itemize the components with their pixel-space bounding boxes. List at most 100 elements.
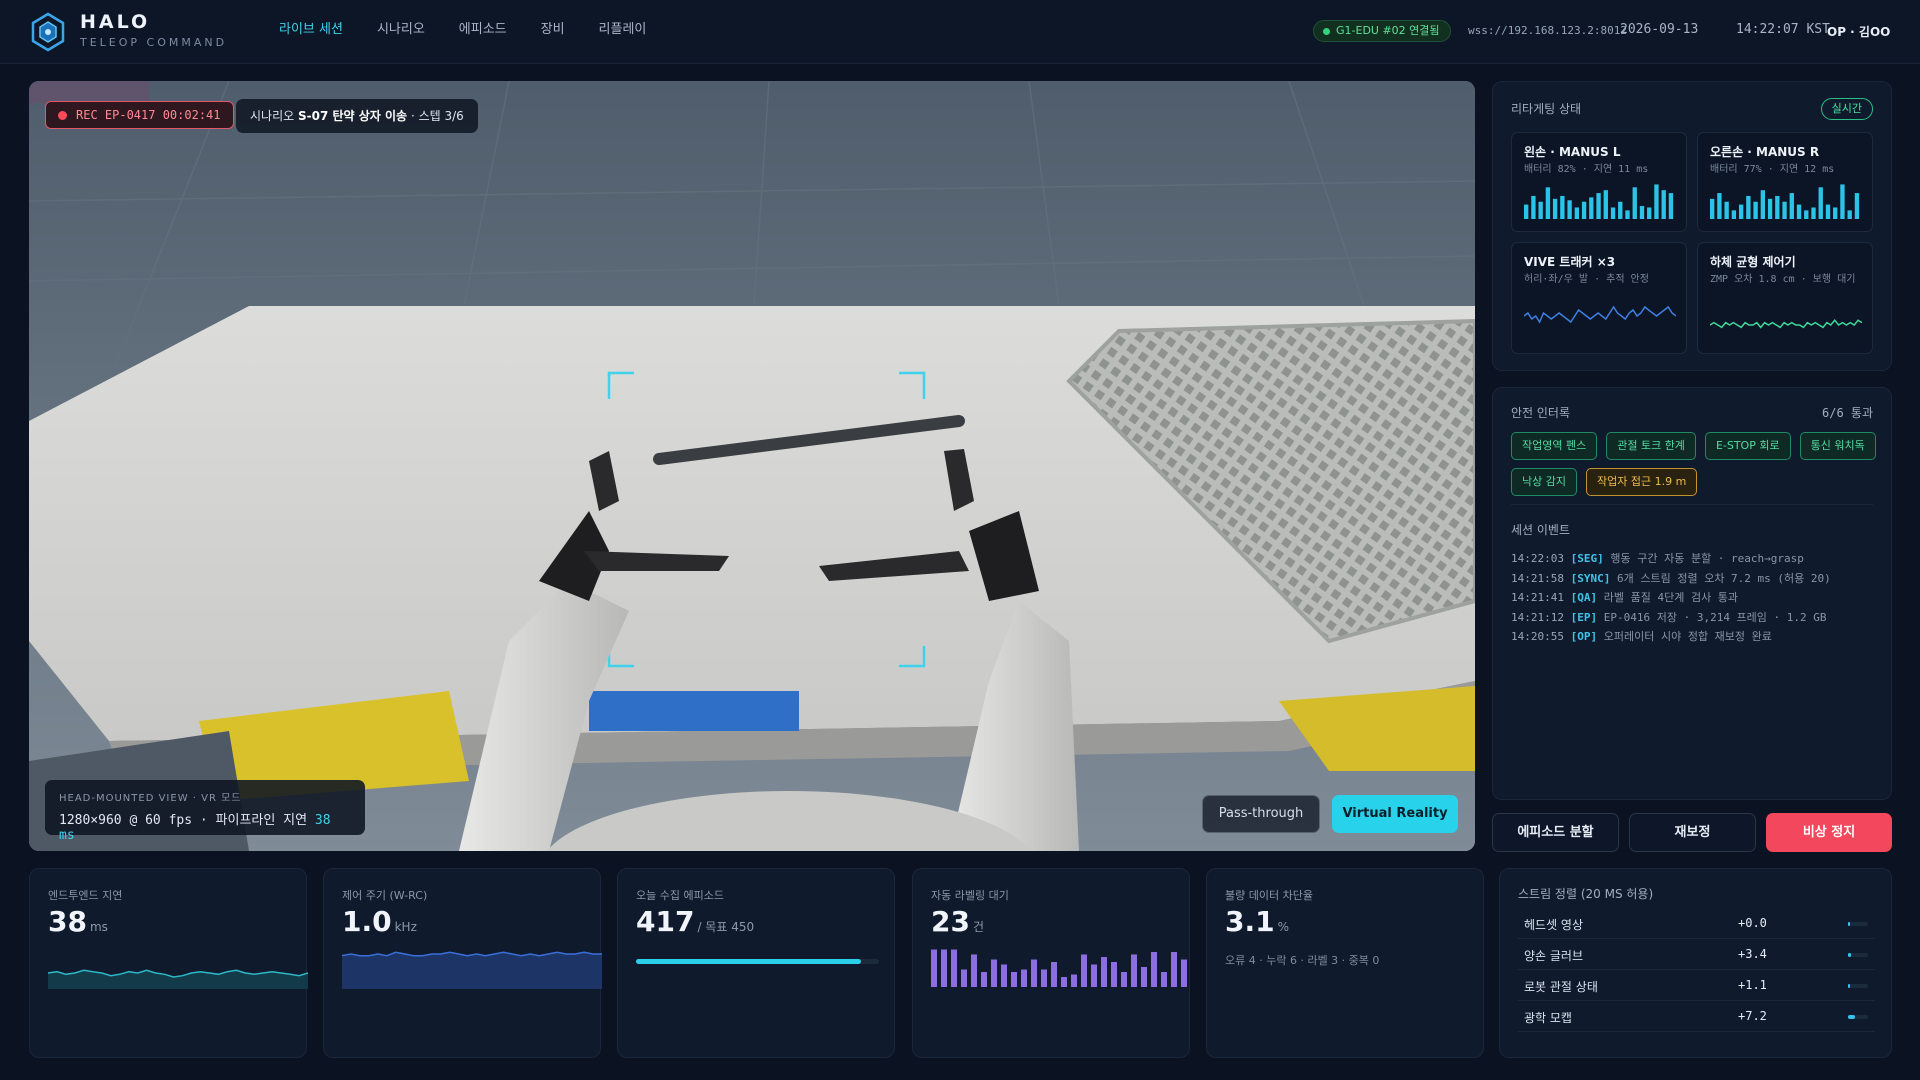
split-episode-button[interactable]: 에피소드 분할 [1492,813,1619,852]
chart-line [1524,305,1676,324]
control-cycle-card: 제어 주기 (W-RC) 1.0 kHz [323,868,602,1058]
blocked-data-value: 3.1% [1225,905,1465,938]
chart-bar [1538,201,1543,219]
halo-logo-icon [31,12,65,52]
chart-bar [1825,204,1831,219]
chart-bar [1091,964,1097,987]
stream-offset-fill [1848,953,1852,957]
emergency-stop-button[interactable]: 비상 정지 [1766,813,1892,852]
stream-offset-fill [1848,1015,1856,1019]
nav-replay[interactable]: 리플레이 [582,0,664,64]
chart-bar [1746,195,1751,219]
episodes-value: 417/ 목표 450 [636,905,876,938]
event-text: 6개 스트림 정렬 오차 7.2 ms (허용 20) [1616,571,1831,585]
latency-card: 엔드투엔드 지연 38 ms [29,868,308,1058]
chart-bar [1661,190,1666,219]
safety-title: 안전 인터록 [1511,406,1571,420]
labeling-queue-number: 23 [931,905,970,938]
control-cycle-unit: kHz [394,920,417,934]
event-time: 14:21:58 [1511,571,1564,585]
event-time: 14:22:03 [1511,552,1564,565]
chart-bar [931,949,937,987]
chart-line [1710,319,1862,329]
episodes-progress-fill [636,959,862,964]
recalibrate-button[interactable]: 재보정 [1629,813,1756,852]
stream-alignment-title: 스트림 정렬 (20 MS 허용) [1518,887,1654,901]
control-cycle-number: 1.0 [342,905,392,938]
blocked-data-unit: % [1277,920,1290,934]
scenario-badge: 시나리오 S-07 탄약 상자 이송 · 스텝 3/6 [236,99,478,133]
session-events-log: 14:22:03 [SEG] 행동 구간 자동 분할 · reach→grasp… [1511,550,1881,648]
chart-bar [1632,187,1637,219]
chart-bar [1760,190,1766,219]
balance-controller-card[interactable]: 하체 균형 제어기 ZMP 오차 1.8 cm · 보행 대기 [1697,242,1873,354]
latency-number: 38 [48,905,87,938]
interlock-tag[interactable]: E-STOP 회로 [1704,432,1791,460]
balance-controller-chart [1710,319,1862,329]
right-glove-chart [1710,184,1860,219]
nav-episode[interactable]: 에피소드 [442,0,524,64]
event-text: 라벨 품질 4단계 검사 통과 [1603,591,1739,604]
chart-area [48,970,308,989]
websocket-url: wss://192.168.123.2:8012 [1468,24,1627,37]
vive-tracker-status: 허리·좌/우 발 · 추적 안정 [1524,274,1649,285]
nav-equipment[interactable]: 장비 [524,0,582,64]
status-dot-icon [1323,28,1330,35]
event-tag: [SYNC] [1570,571,1611,585]
event-text: 오퍼레이터 시야 정합 재보정 완료 [1603,630,1772,643]
virtual-reality-button[interactable]: Virtual Reality [1332,795,1458,833]
head-mounted-view[interactable]: REC EP-0417 00:02:41 시나리오 S-07 탄약 상자 이송 … [29,81,1475,851]
retargeting-title: 리타게팅 상태 [1511,102,1582,116]
chart-bar [1775,195,1780,219]
nav-scenario[interactable]: 시나리오 [360,0,442,64]
divider [1511,504,1873,505]
chart-bar [1804,210,1809,219]
interlock-tag-warning[interactable]: 작업자 접근 1.9 m [1585,468,1698,496]
chart-bar [1081,954,1087,987]
chart-bar [1552,198,1558,219]
stream-offset: +3.4 [1738,947,1767,961]
stream-offset: +7.2 [1738,1009,1767,1023]
right-glove-status: 배터리 77% · 지연 12 ms [1710,164,1835,175]
chart-bar [1610,207,1616,219]
passthrough-button[interactable]: Pass-through [1202,795,1320,833]
interlock-tag[interactable]: 관절 토크 한계 [1606,432,1696,460]
interlock-tags: 작업영역 펜스 관절 토크 한계 E-STOP 회로 통신 워치독 낙상 감지 … [1511,432,1881,496]
episodes-label: 오늘 수집 에피소드 [636,889,724,902]
left-glove-card[interactable]: 왼손 · MANUS L 배터리 82% · 지연 11 ms [1511,132,1687,232]
safety-interlock-panel: 안전 인터록 6/6 통과 작업영역 펜스 관절 토크 한계 E-STOP 회로… [1492,387,1892,800]
chart-bar [1531,195,1536,219]
view-resolution-info: 1280×960 @ 60 fps · 파이프라인 지연 38 ms [59,809,351,843]
event-row: 14:21:12 [EP] EP-0416 저장 · 3,214 프레임 · 1… [1511,609,1881,629]
connection-status-text: G1-EDU #02 연결됨 [1336,24,1440,37]
chart-bar [991,959,997,987]
chart-bar [1833,207,1838,219]
stream-offset: +0.0 [1738,916,1767,930]
current-date: 2026-09-13 [1620,22,1699,37]
scenario-name: S-07 탄약 상자 이송 [298,109,408,123]
event-row: 14:21:58 [SYNC] 6개 스트림 정렬 오차 7.2 ms (허용 … [1511,570,1881,590]
chart-bar [1567,200,1572,219]
stream-offset-bar [1848,922,1868,926]
chart-bar [1111,962,1117,987]
episodes-card: 오늘 수집 에피소드 417/ 목표 450 [617,868,895,1058]
interlock-tag[interactable]: 작업영역 펜스 [1511,432,1598,460]
interlock-tag[interactable]: 통신 워치독 [1799,432,1876,460]
interlock-tag[interactable]: 낙상 감지 [1511,468,1577,496]
stream-alignment-panel: 스트림 정렬 (20 MS 허용) 헤드셋 영상 +0.0 양손 글러브 +3.… [1499,868,1892,1058]
stream-offset-bar [1848,1015,1868,1019]
vive-tracker-card[interactable]: VIVE 트래커 ×3 허리·좌/우 발 · 추적 안정 [1511,242,1687,354]
labeling-queue-unit: 건 [972,920,985,934]
latency-value: 38 ms [48,905,288,938]
left-glove-title: 왼손 · MANUS L [1524,145,1621,159]
view-info-box: HEAD-MOUNTED VIEW · VR 모드 1280×960 @ 60 … [45,780,365,843]
chart-bar [941,949,947,987]
app-title: HALO [80,11,151,33]
right-glove-card[interactable]: 오른손 · MANUS R 배터리 77% · 지연 12 ms [1697,132,1873,232]
event-time: 14:21:12 [1511,610,1564,624]
nav-live-session[interactable]: 라이브 세션 [262,0,360,64]
realtime-badge: 실시간 [1820,98,1873,120]
operator-label[interactable]: OP · 김OO [1827,23,1890,40]
chart-bar [1011,972,1017,987]
chart-bar [951,949,957,987]
